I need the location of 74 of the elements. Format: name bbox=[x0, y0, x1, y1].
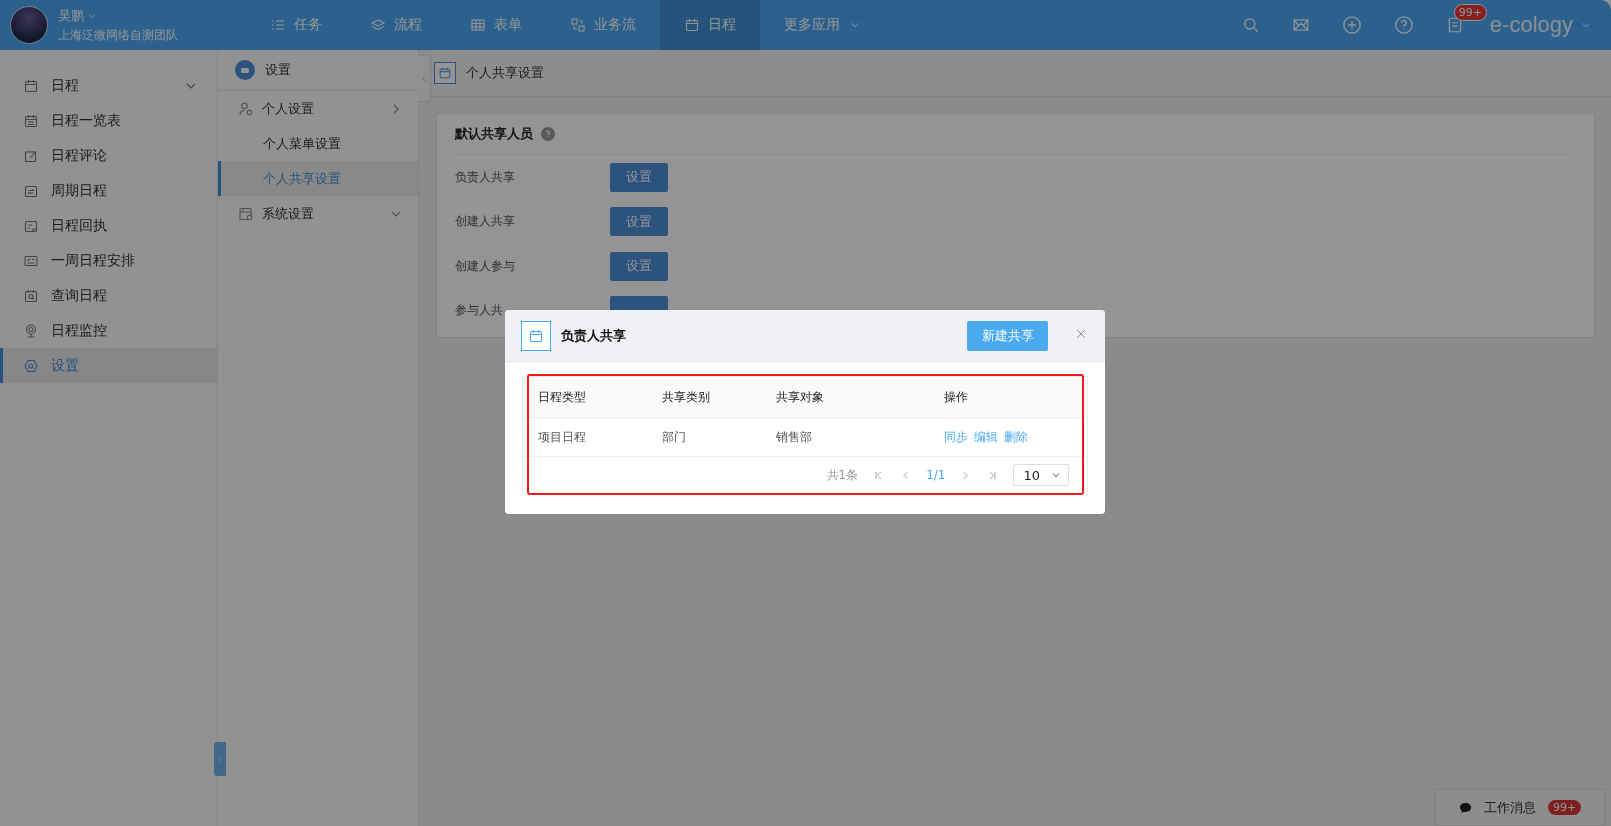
settings-button[interactable]: 设置 bbox=[610, 251, 668, 281]
calendar-glyph bbox=[528, 327, 544, 344]
close-icon bbox=[1074, 327, 1088, 341]
page-size-select[interactable]: 10 bbox=[1013, 464, 1069, 486]
page-indicator: 1/1 bbox=[926, 468, 946, 482]
column-header: 操作 bbox=[929, 377, 1087, 418]
settings-button[interactable]: 设置 bbox=[610, 162, 668, 192]
field-label: 参与人共 bbox=[455, 302, 504, 320]
sidebar-item[interactable]: 日程回执 bbox=[0, 208, 217, 243]
settings-button[interactable]: 设置 bbox=[610, 207, 668, 237]
nav-tab[interactable]: 更多应用 bbox=[760, 0, 886, 50]
collapse-handle[interactable] bbox=[418, 55, 431, 102]
action-link[interactable]: 同步 bbox=[944, 418, 968, 456]
nav-tab[interactable]: 表单 bbox=[446, 0, 546, 50]
mail-icon bbox=[1291, 16, 1310, 34]
column-header: 共享类别 bbox=[647, 377, 761, 418]
calendar-icon bbox=[684, 17, 700, 33]
nav-tab[interactable]: 任务 bbox=[246, 0, 346, 50]
calendar-search-icon bbox=[23, 287, 39, 304]
field-label: 创建人参与 bbox=[455, 257, 516, 275]
column-header: 共享对象 bbox=[761, 377, 929, 418]
new-share-button[interactable]: 新建共享 bbox=[967, 320, 1048, 351]
page-title: 个人共享设置 bbox=[466, 64, 544, 82]
help-icon bbox=[541, 127, 555, 141]
column-header: 日程类型 bbox=[523, 377, 647, 418]
help-icon bbox=[1393, 15, 1414, 35]
calendar-icon bbox=[23, 77, 39, 94]
settings-icon bbox=[235, 60, 255, 80]
nav-tab[interactable]: 业务流 bbox=[546, 0, 660, 50]
user-settings-icon bbox=[238, 100, 254, 117]
system-settings-icon bbox=[238, 205, 254, 222]
list-icon bbox=[270, 17, 286, 33]
table-cell: 销售部 bbox=[761, 418, 929, 457]
avatar[interactable] bbox=[10, 6, 48, 44]
collapse-handle[interactable] bbox=[214, 742, 226, 776]
calendar-list-icon bbox=[23, 112, 39, 129]
menu-item[interactable]: 个人共享设置 bbox=[218, 161, 418, 196]
sidebar-item[interactable]: 设置 bbox=[0, 348, 217, 383]
table-cell: 项目日程 bbox=[523, 418, 647, 457]
settings-icon bbox=[23, 357, 39, 374]
brand-logo[interactable]: e-cology bbox=[1489, 12, 1573, 38]
sidebar-item[interactable]: 一周日程安排 bbox=[0, 243, 217, 278]
menu-group[interactable]: 系统设置 bbox=[218, 196, 418, 231]
menu-group[interactable]: 个人设置 bbox=[218, 91, 418, 126]
action-link[interactable]: 删除 bbox=[1004, 418, 1028, 456]
sidebar-item[interactable]: 日程评论 bbox=[0, 138, 217, 173]
table-cell: 部门 bbox=[647, 418, 761, 457]
field-label: 负责人共享 bbox=[455, 168, 516, 186]
dialog-title: 负责人共享 bbox=[561, 326, 627, 345]
sidebar-item[interactable]: 日程一览表 bbox=[0, 103, 217, 138]
nav-tab[interactable]: 流程 bbox=[346, 0, 446, 50]
sidebar-item[interactable]: 周期日程 bbox=[0, 173, 217, 208]
notification-badge: 99+ bbox=[1453, 4, 1488, 21]
message-label: 工作消息 bbox=[1483, 798, 1536, 817]
team-name: 上海泛微网络自测团队 bbox=[58, 26, 178, 44]
webcam-icon bbox=[23, 322, 39, 339]
user-name[interactable]: 吴鹏 bbox=[58, 6, 84, 25]
section-title: 默认共享人员 bbox=[455, 125, 533, 143]
menu-item[interactable]: 个人菜单设置 bbox=[218, 126, 418, 161]
flow-icon bbox=[570, 17, 586, 33]
chat-icon bbox=[1458, 801, 1472, 814]
layers-icon bbox=[370, 17, 386, 33]
field-label: 创建人共享 bbox=[455, 213, 516, 231]
message-badge: 99+ bbox=[1547, 800, 1582, 815]
nav-tab[interactable]: 日程 bbox=[660, 0, 760, 50]
menu-title: 设置 bbox=[265, 61, 291, 79]
sidebar-item[interactable]: 日程监控 bbox=[0, 313, 217, 348]
search-icon bbox=[1241, 16, 1260, 34]
action-link[interactable]: 编辑 bbox=[974, 418, 998, 456]
sidebar-item[interactable]: 查询日程 bbox=[0, 278, 217, 313]
sidebar-item[interactable]: 日程 bbox=[0, 68, 217, 103]
table-icon bbox=[470, 17, 486, 33]
total-count: 共1条 bbox=[826, 466, 859, 484]
add-icon bbox=[1341, 15, 1362, 35]
